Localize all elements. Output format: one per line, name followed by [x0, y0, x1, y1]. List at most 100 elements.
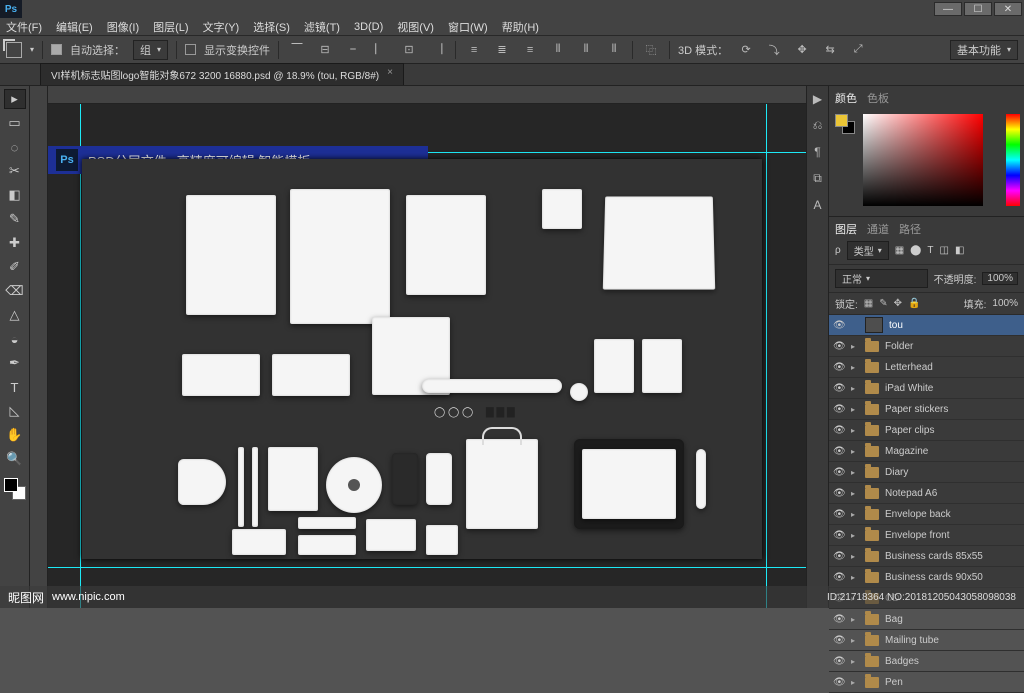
tab-swatches[interactable]: 色板: [867, 90, 889, 106]
auto-align-icon[interactable]: ⿻: [641, 40, 661, 60]
dist-right-icon[interactable]: ⦀: [604, 40, 624, 60]
tab-layers[interactable]: 图层: [835, 221, 857, 237]
dist-hcenter-icon[interactable]: ⦀: [576, 40, 596, 60]
hand-tool[interactable]: ✋: [5, 426, 25, 444]
crop-tool[interactable]: ✂: [5, 162, 25, 180]
stamp-tool[interactable]: ✐: [5, 258, 25, 276]
visibility-icon[interactable]: 👁: [833, 572, 845, 583]
paragraph-icon[interactable]: ¶: [814, 145, 820, 159]
document-canvas[interactable]: ◯ ◯ ◯ ▇ ▇ ▇: [82, 159, 762, 559]
heal-tool[interactable]: ✎: [5, 210, 25, 228]
expand-icon[interactable]: ▸: [851, 447, 859, 456]
menu-3d[interactable]: 3D(D): [354, 21, 383, 33]
layer-row[interactable]: 👁▸Magazine: [829, 441, 1024, 462]
expand-icon[interactable]: ▸: [851, 636, 859, 645]
swatches-icon[interactable]: ⧉: [813, 171, 822, 186]
menu-layer[interactable]: 图层(L): [153, 19, 188, 35]
3d-orbit-icon[interactable]: ⟳: [736, 40, 756, 60]
hue-slider[interactable]: [1006, 114, 1020, 206]
visibility-icon[interactable]: 👁: [833, 383, 845, 394]
minimize-button[interactable]: —: [934, 2, 962, 16]
align-bottom-icon[interactable]: ⎯: [343, 40, 363, 60]
align-vcenter-icon[interactable]: ⊟: [315, 40, 335, 60]
picker-swatch[interactable]: [835, 114, 855, 134]
transform-checkbox[interactable]: [185, 44, 196, 55]
canvas-area[interactable]: Ps PSD分层文件 高精度可编辑 智能模板 ◯ ◯ ◯: [30, 86, 806, 608]
expand-icon[interactable]: ▸: [851, 531, 859, 540]
align-top-icon[interactable]: ⎺: [287, 40, 307, 60]
visibility-icon[interactable]: 👁: [833, 362, 845, 373]
expand-icon[interactable]: ▸: [851, 426, 859, 435]
layer-row[interactable]: 👁▸Folder: [829, 336, 1024, 357]
eraser-tool[interactable]: ⌫: [5, 282, 25, 300]
layer-row[interactable]: 👁▸Diary: [829, 462, 1024, 483]
expand-icon[interactable]: ▸: [851, 384, 859, 393]
visibility-icon[interactable]: 👁: [833, 614, 845, 625]
3d-pan-icon[interactable]: ✥: [792, 40, 812, 60]
vertical-ruler[interactable]: [30, 86, 48, 608]
visibility-icon[interactable]: 👁: [833, 425, 845, 436]
move-tool[interactable]: ▸: [5, 90, 25, 108]
tab-channels[interactable]: 通道: [867, 221, 889, 237]
visibility-icon[interactable]: 👁: [833, 656, 845, 667]
opacity-value[interactable]: 100%: [982, 272, 1018, 285]
path-tool[interactable]: ◺: [5, 402, 25, 420]
menu-image[interactable]: 图像(I): [107, 19, 139, 35]
marquee-tool[interactable]: ▭: [5, 114, 25, 132]
layers-list[interactable]: 👁tou👁▸Folder👁▸Letterhead👁▸iPad White👁▸Pa…: [829, 315, 1024, 693]
character-icon[interactable]: A: [813, 198, 821, 212]
expand-icon[interactable]: ▸: [851, 342, 859, 351]
expand-icon[interactable]: ▸: [851, 657, 859, 666]
visibility-icon[interactable]: 👁: [833, 677, 845, 688]
3d-roll-icon[interactable]: ⤵: [764, 40, 784, 60]
dist-vcenter-icon[interactable]: ≣: [492, 40, 512, 60]
dist-left-icon[interactable]: ⦀: [548, 40, 568, 60]
visibility-icon[interactable]: 👁: [833, 467, 845, 478]
align-right-icon[interactable]: ⎹: [427, 40, 447, 60]
lock-all-icon[interactable]: 🔒: [908, 298, 920, 309]
visibility-icon[interactable]: 👁: [833, 509, 845, 520]
dist-top-icon[interactable]: ≡: [464, 40, 484, 60]
expand-icon[interactable]: ▸: [851, 405, 859, 414]
gradient-tool[interactable]: △: [5, 306, 25, 324]
visibility-icon[interactable]: 👁: [833, 404, 845, 415]
lasso-tool[interactable]: ◌: [5, 138, 25, 156]
expand-icon[interactable]: ▸: [851, 468, 859, 477]
document-tab[interactable]: VI样机标志贴图logo智能对象672 3200 16880.psd @ 18.…: [40, 63, 404, 85]
visibility-icon[interactable]: 👁: [833, 488, 845, 499]
layer-row[interactable]: 👁▸Paper clips: [829, 420, 1024, 441]
pen-tool[interactable]: ✒: [5, 354, 25, 372]
lock-position-icon[interactable]: ✎: [879, 298, 887, 309]
visibility-icon[interactable]: 👁: [833, 446, 845, 457]
layer-row[interactable]: 👁▸Mailing tube: [829, 630, 1024, 651]
visibility-icon[interactable]: 👁: [833, 530, 845, 541]
layer-row[interactable]: 👁tou: [829, 315, 1024, 336]
auto-select-dropdown[interactable]: 组: [133, 40, 168, 60]
menu-edit[interactable]: 编辑(E): [56, 19, 93, 35]
horizontal-ruler[interactable]: [48, 86, 806, 104]
eyedropper-tool[interactable]: ◧: [5, 186, 25, 204]
expand-icon[interactable]: ▸: [851, 615, 859, 624]
tab-paths[interactable]: 路径: [899, 221, 921, 237]
fill-value[interactable]: 100%: [992, 298, 1018, 309]
guide-horizontal[interactable]: [48, 567, 806, 568]
layer-row[interactable]: 👁▸Envelope back: [829, 504, 1024, 525]
tab-color[interactable]: 颜色: [835, 90, 857, 106]
expand-icon[interactable]: ▸: [851, 510, 859, 519]
3d-scale-icon[interactable]: ⤢: [848, 40, 868, 60]
visibility-icon[interactable]: 👁: [833, 635, 845, 646]
layer-row[interactable]: 👁▸Envelope front: [829, 525, 1024, 546]
align-hcenter-icon[interactable]: ⊡: [399, 40, 419, 60]
visibility-icon[interactable]: 👁: [833, 320, 845, 331]
layer-row[interactable]: 👁▸Paper stickers: [829, 399, 1024, 420]
layer-row[interactable]: 👁▸Bag: [829, 609, 1024, 630]
menu-window[interactable]: 窗口(W): [448, 19, 488, 35]
blend-mode-dropdown[interactable]: 正常: [835, 269, 928, 288]
color-field[interactable]: [863, 114, 983, 206]
guide-vertical[interactable]: [80, 104, 81, 608]
menu-select[interactable]: 选择(S): [253, 19, 290, 35]
brush-tool[interactable]: ✚: [5, 234, 25, 252]
expand-icon[interactable]: ▸: [851, 489, 859, 498]
lock-move-icon[interactable]: ✥: [894, 298, 902, 309]
layer-kind-dropdown[interactable]: 类型: [847, 241, 889, 260]
